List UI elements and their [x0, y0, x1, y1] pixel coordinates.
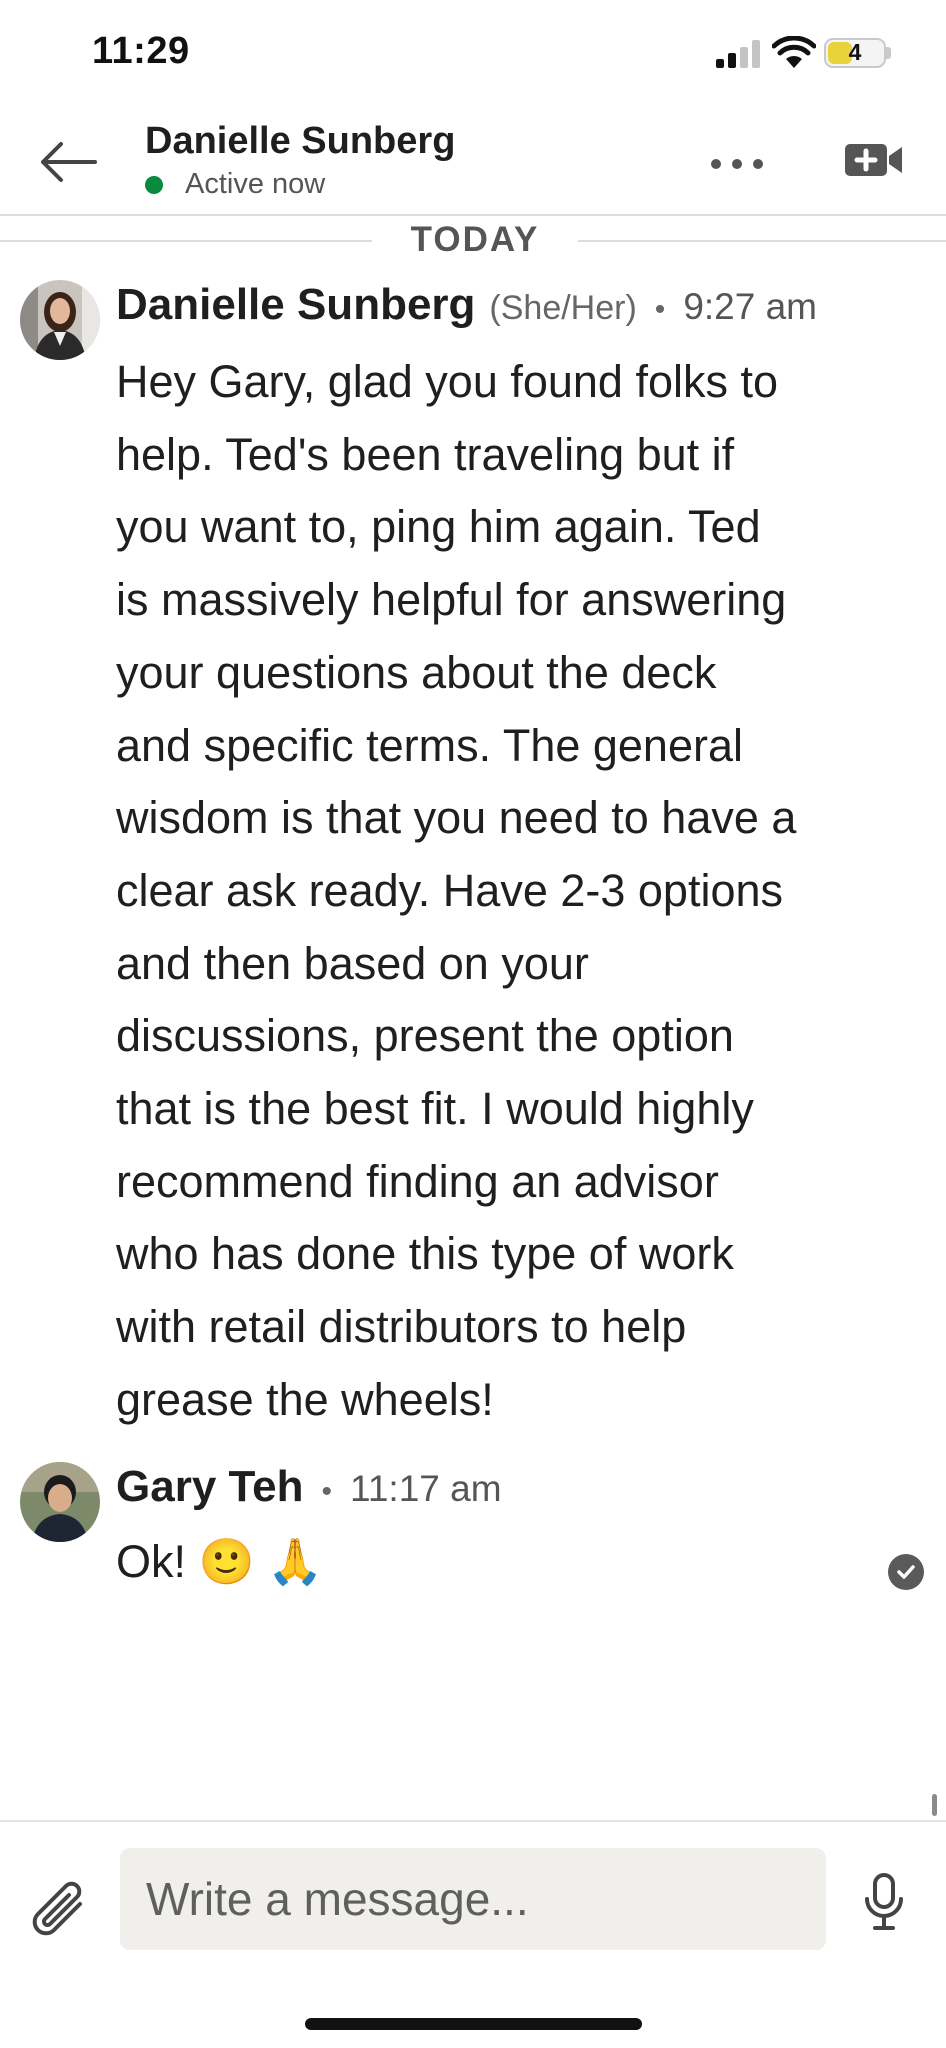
message-line: you want to, ping him again. Ted: [116, 501, 761, 553]
online-indicator: [145, 175, 163, 194]
message-line: discussions, present the option: [116, 1010, 734, 1062]
sender-name[interactable]: Danielle Sunberg: [116, 280, 475, 330]
avatar[interactable]: [20, 1462, 100, 1542]
message-text: Ok! 🙂 🙏: [116, 1526, 876, 1599]
message-header: Danielle Sunberg (She/Her) • 9:27 am: [116, 280, 817, 330]
read-receipt-icon: [888, 1554, 924, 1590]
check-icon: [897, 1565, 915, 1579]
message-time: 9:27 am: [683, 286, 818, 327]
attach-icon[interactable]: [28, 1876, 90, 1942]
message-line: recommend finding an advisor: [116, 1155, 719, 1207]
avatar-photo: [20, 1462, 100, 1542]
back-arrow-icon: [41, 142, 97, 182]
message-line: who has done this type of work: [116, 1228, 734, 1280]
signal-icon: [716, 40, 760, 68]
day-label: TODAY: [410, 220, 540, 259]
contact-name[interactable]: Danielle Sunberg: [145, 120, 455, 163]
back-button[interactable]: [36, 132, 100, 192]
divider-line: [0, 240, 372, 242]
status-bar: 11:29 4: [0, 0, 946, 106]
sender-name[interactable]: Gary Teh: [116, 1462, 303, 1512]
presence-text: Active now: [185, 168, 326, 200]
separator-dot: •: [321, 1475, 332, 1508]
message-header: Gary Teh • 11:17 am: [116, 1462, 502, 1512]
sender-pronouns: (She/Her): [489, 289, 637, 327]
wifi-icon: [772, 36, 816, 68]
microphone-icon[interactable]: [864, 1872, 904, 1932]
message-line: grease the wheels!: [116, 1373, 494, 1425]
message-line: is massively helpful for answering: [116, 574, 787, 626]
message-line: clear ask ready. Have 2-3 options: [116, 864, 784, 916]
divider-line: [578, 240, 946, 242]
separator-dot: •: [654, 293, 666, 326]
presence-status: Active now: [145, 168, 325, 201]
battery-nub: [886, 47, 891, 59]
message-text: Hey Gary, glad you found folks to help. …: [116, 346, 876, 1437]
video-call-icon[interactable]: [844, 138, 904, 182]
message-line: your questions about the deck: [116, 646, 717, 698]
more-icon: [711, 159, 763, 169]
message-line: that is the best fit. I would highly: [116, 1083, 754, 1135]
message-time: 11:17 am: [350, 1468, 502, 1509]
message-line: help. Ted's been traveling but if: [116, 428, 735, 480]
message-line: Hey Gary, glad you found folks to: [116, 356, 779, 407]
message-line: wisdom is that you need to have a: [116, 792, 797, 844]
message-input[interactable]: [120, 1848, 826, 1950]
scrollbar[interactable]: [932, 1794, 937, 1816]
conversation-header: Danielle Sunberg Active now: [0, 106, 946, 216]
message-line: and specific terms. The general: [116, 719, 743, 771]
message-composer: [0, 1820, 946, 2048]
avatar-photo: [20, 280, 100, 360]
day-divider: TODAY: [0, 216, 946, 264]
battery-level: 4: [848, 39, 862, 65]
message-line: with retail distributors to help: [116, 1301, 687, 1353]
home-indicator[interactable]: [305, 2018, 642, 2030]
more-options-button[interactable]: [702, 144, 772, 184]
message-line: and then based on your: [116, 937, 589, 989]
avatar[interactable]: [20, 280, 100, 360]
status-time: 11:29: [92, 30, 190, 72]
message-line: Ok! 🙂 🙏: [116, 1536, 324, 1587]
